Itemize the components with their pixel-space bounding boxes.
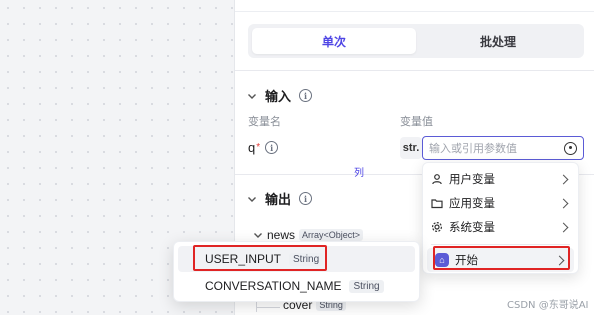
tab-batch[interactable]: 批处理 — [416, 28, 580, 54]
chevron-right-icon — [558, 174, 569, 184]
info-icon[interactable]: i — [265, 141, 279, 154]
menu-item-label: 系统变量 — [449, 222, 495, 234]
divider — [235, 70, 594, 71]
chevron-right-icon — [558, 198, 569, 208]
output-field-type: Array<Object> — [299, 229, 364, 241]
watermark: CSDN @东哥说AI — [507, 300, 589, 311]
column-header-name: 变量名 — [248, 116, 281, 128]
output-action-link[interactable]: 列 — [354, 164, 364, 179]
folder-icon — [431, 199, 443, 209]
menu-item-label: 用户变量 — [449, 174, 495, 186]
chevron-right-icon — [558, 222, 569, 232]
highlight-box — [433, 246, 570, 270]
output-section-header[interactable]: 输出 i — [247, 189, 313, 208]
variable-name: q * i — [248, 140, 279, 155]
menu-item-user-variables[interactable]: 用户变量 — [423, 167, 578, 191]
variable-option-conversation-name[interactable]: CONVERSATION_NAME String — [178, 273, 415, 299]
menu-item-label: 应用变量 — [449, 198, 495, 210]
menu-item-system-variables[interactable]: 系统变量 — [423, 215, 578, 239]
column-header-value: 变量值 — [400, 116, 433, 128]
tab-single[interactable]: 单次 — [252, 28, 416, 54]
variable-value-input[interactable]: 输入或引用参数值 — [422, 136, 584, 160]
menu-divider — [431, 244, 570, 245]
value-input-placeholder: 输入或引用参数值 — [429, 143, 517, 155]
output-section-title: 输出 — [265, 192, 292, 207]
required-mark: * — [256, 142, 261, 153]
info-icon[interactable]: i — [299, 192, 313, 205]
tree-guide-line — [256, 307, 280, 308]
run-mode-tabs: 单次 批处理 — [248, 24, 584, 58]
type-chip[interactable]: str. — [400, 137, 422, 159]
reference-target-icon[interactable] — [564, 141, 577, 155]
input-section-header[interactable]: 输入 i — [247, 86, 313, 105]
chevron-down-icon — [254, 233, 262, 238]
input-section-title: 输入 — [265, 89, 292, 104]
gear-icon — [431, 221, 443, 233]
output-row-news[interactable]: news Array<Object> — [253, 228, 364, 242]
chevron-down-icon — [248, 196, 256, 202]
variable-option-type: String — [349, 279, 384, 293]
user-icon — [432, 174, 442, 185]
output-field-name: news — [267, 228, 296, 242]
variable-option-name: CONVERSATION_NAME — [205, 279, 342, 293]
highlight-box — [193, 245, 327, 271]
chevron-down-icon — [248, 93, 256, 99]
menu-item-app-variables[interactable]: 应用变量 — [423, 191, 578, 215]
variable-name-label: q — [248, 140, 256, 155]
info-icon[interactable]: i — [299, 89, 313, 102]
panel-top-strip — [235, 0, 594, 12]
